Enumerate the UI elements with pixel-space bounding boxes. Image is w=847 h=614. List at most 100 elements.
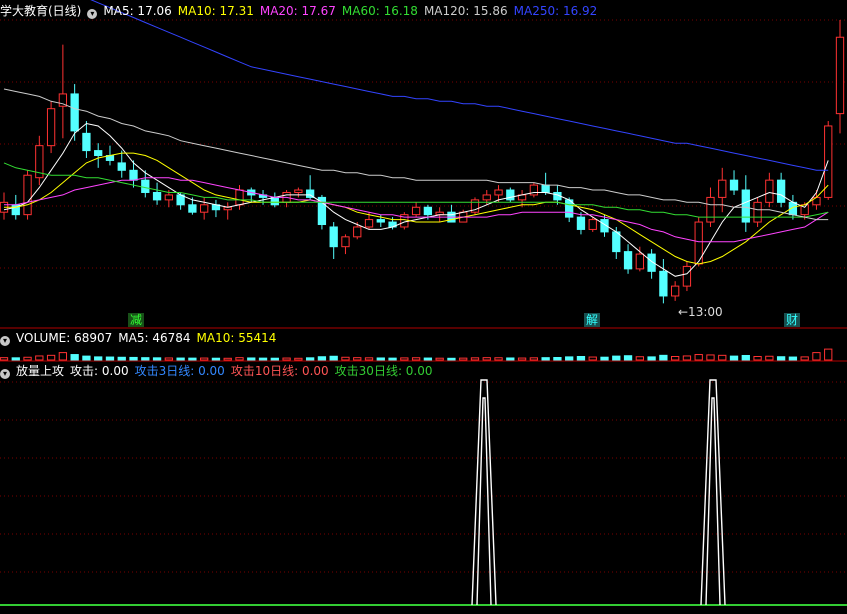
volume-bars xyxy=(0,348,833,361)
volume-bar xyxy=(223,357,232,361)
volume-bar xyxy=(152,357,162,361)
volume-bar xyxy=(211,357,221,361)
attack-legend-item-1: 攻击3日线: 0.00 xyxy=(134,364,225,378)
volume-bar xyxy=(659,354,668,361)
volume-bar xyxy=(129,356,138,361)
candle-body xyxy=(23,174,32,216)
volume-bar xyxy=(176,357,185,361)
volume-bar xyxy=(612,355,621,361)
candle-body xyxy=(671,285,680,297)
volume-bar xyxy=(235,357,244,361)
volume-bar xyxy=(694,354,703,361)
volume-bar xyxy=(753,356,762,361)
volume-bar xyxy=(105,356,115,361)
volume-bar xyxy=(741,354,750,361)
volume-bar xyxy=(294,357,303,361)
volume-bar xyxy=(388,357,397,361)
volume-bar xyxy=(341,356,350,361)
ma-legend-item-4: MA120: 15.86 xyxy=(423,4,508,18)
volume-bar xyxy=(635,356,644,361)
marker-reduce[interactable]: 减 xyxy=(128,313,145,327)
volume-bar xyxy=(305,357,315,361)
volume-bar xyxy=(494,357,503,361)
candle-body xyxy=(376,219,385,223)
volume-bar xyxy=(400,357,409,361)
volume-bar xyxy=(411,357,421,361)
volume-bar xyxy=(329,355,338,361)
indicator-legend: ▾ 放量上攻 攻击: 0.00 攻击3日线: 0.00 攻击10日线: 0.00 攻击30… xyxy=(0,362,445,380)
volume-bar xyxy=(0,357,9,361)
volume-bar xyxy=(364,357,374,361)
volume-bar xyxy=(553,357,562,361)
attack-legend-item-2: 攻击10日线: 0.00 xyxy=(230,364,329,378)
volume-bar xyxy=(282,357,291,361)
candle-body xyxy=(718,179,727,198)
volume-bar xyxy=(447,357,456,361)
volume-bar xyxy=(588,356,597,361)
volume-bar xyxy=(188,357,197,361)
candle-body xyxy=(235,189,244,206)
volume-bar xyxy=(258,357,268,361)
volume-bar xyxy=(718,354,727,361)
volume-bar xyxy=(117,356,126,361)
candle-body xyxy=(411,206,421,216)
volume-bar xyxy=(141,357,150,361)
ma-line-ma120 xyxy=(3,88,829,221)
volume-bar xyxy=(812,352,821,361)
moving-average-lines xyxy=(3,0,829,277)
volume-bar xyxy=(11,357,20,361)
volume-bar xyxy=(247,357,256,361)
volume-bar xyxy=(46,354,56,361)
candle-body xyxy=(270,196,279,206)
volume-bar xyxy=(729,355,739,361)
volume-bar xyxy=(541,357,550,361)
candle-body xyxy=(682,265,692,287)
marker-unlock[interactable]: 解 xyxy=(584,313,601,327)
candlestick-series xyxy=(0,20,845,304)
candle-body xyxy=(164,194,173,201)
settings-icon[interactable]: ▾ xyxy=(87,9,98,19)
marker-finance[interactable]: 财 xyxy=(784,313,801,327)
volume-bar xyxy=(706,354,715,361)
volume-bar xyxy=(482,357,491,361)
candle-body xyxy=(612,231,621,253)
volume-bar xyxy=(517,357,527,361)
volume-bar xyxy=(671,356,680,361)
volume-bar xyxy=(765,355,774,361)
candle-body xyxy=(635,253,644,270)
candle-body xyxy=(659,270,668,297)
volume-bar xyxy=(506,357,515,361)
ma-legend-item-0: MA5: 17.06 xyxy=(103,4,172,18)
main-title: 学大教育(日线) xyxy=(0,4,82,18)
candle-body xyxy=(341,236,350,248)
volume-bar xyxy=(35,355,44,361)
ma-legend-item-1: MA10: 17.31 xyxy=(177,4,254,18)
settings-icon[interactable]: ▾ xyxy=(0,369,10,379)
settings-icon[interactable]: ▾ xyxy=(0,336,10,346)
volume-bar xyxy=(58,352,68,361)
candle-body xyxy=(117,162,126,171)
indicator-title: 放量上攻 xyxy=(16,364,65,378)
volume-legend-item-1: MA5: 46784 xyxy=(118,331,191,345)
candle-body xyxy=(188,204,197,213)
volume-bar xyxy=(459,357,468,361)
candle-body xyxy=(706,196,715,223)
candle-body xyxy=(729,179,739,191)
candle-body xyxy=(364,219,374,228)
candle-body xyxy=(753,201,762,223)
candle-body xyxy=(423,206,433,216)
candle-body xyxy=(141,179,150,193)
volume-legend-item-2: MA10: 55414 xyxy=(196,331,277,345)
ma-legend-item-5: MA250: 16.92 xyxy=(513,4,598,18)
candle-body xyxy=(482,194,491,201)
volume-legend-item-0: VOLUME: 68907 xyxy=(16,331,113,345)
candle-body xyxy=(200,204,209,213)
candle-body xyxy=(494,189,503,196)
volume-bar xyxy=(800,356,809,361)
candle-body xyxy=(94,150,103,157)
volume-bar xyxy=(423,357,433,361)
attack-signal-lines xyxy=(0,379,847,606)
candle-body xyxy=(46,108,56,147)
candle-body xyxy=(329,226,338,248)
candle-body xyxy=(776,179,786,203)
